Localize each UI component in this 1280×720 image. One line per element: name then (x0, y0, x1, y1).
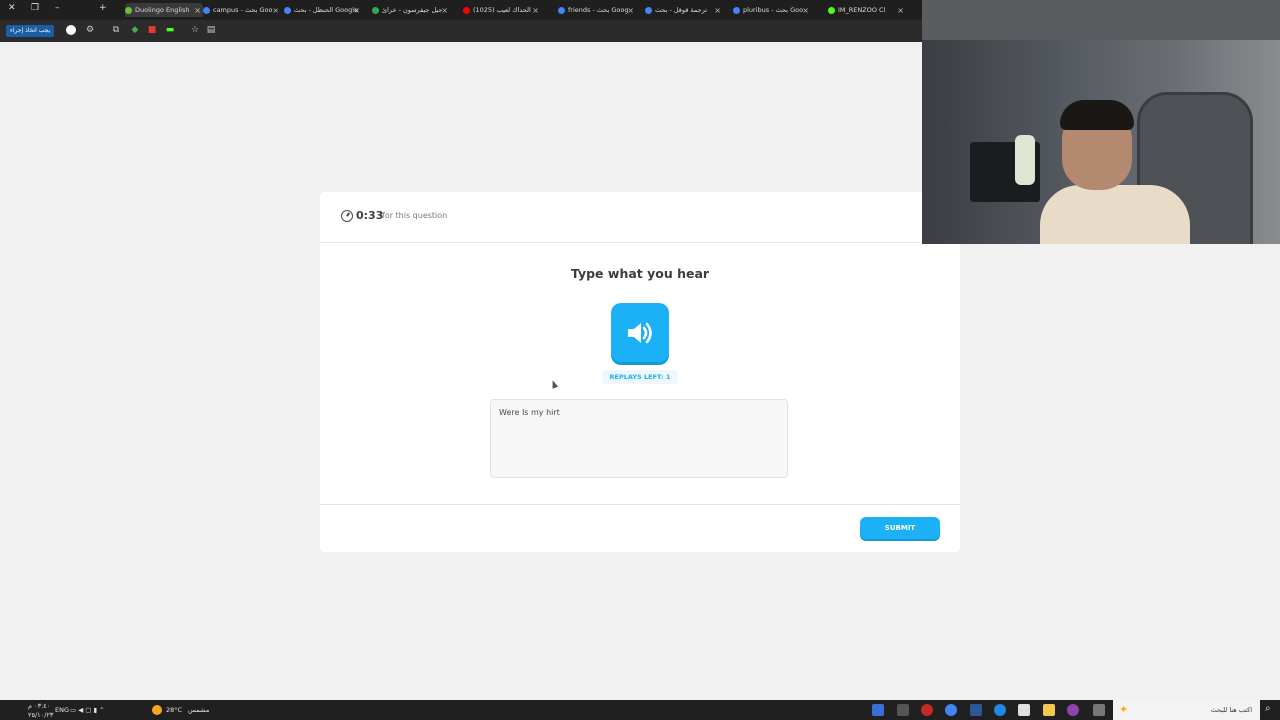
extension-shield-icon[interactable]: ◆ (130, 25, 140, 35)
browser-tab[interactable]: ترجمة قوقل - بحث × (645, 3, 723, 17)
replays-left-badge: REPLAYS LEFT: 1 (602, 370, 678, 384)
app-icon-5[interactable] (970, 704, 982, 716)
search-placeholder: اكتب هنا للبحث (1210, 706, 1252, 714)
play-audio-button[interactable] (611, 303, 669, 362)
browser-tab[interactable]: campus - بحث Goo × (203, 3, 281, 17)
extension-red-icon[interactable]: ■ (147, 25, 157, 35)
close-tab-icon[interactable]: × (272, 6, 279, 15)
tab-favicon-icon (284, 6, 291, 14)
language-indicator[interactable]: ENG (55, 706, 69, 714)
tab-favicon-icon (733, 6, 740, 14)
app-icon-3[interactable] (921, 704, 933, 716)
action-required-button[interactable]: يجب اتخاذ إجراء (6, 25, 55, 37)
webcam-person-body (1040, 185, 1190, 244)
close-tab-icon[interactable]: × (441, 6, 448, 15)
extension-green-icon[interactable]: ▬ (165, 25, 175, 35)
close-tab-icon[interactable]: × (802, 6, 809, 15)
browser-tab[interactable]: Duolingo English × (125, 3, 203, 17)
tab-favicon-icon (463, 6, 470, 14)
taskbar: ٠٣:٤٠ م ٢٥/١٠/٢٣ ENG ▭ ◀ ▢ ▮ ⌃ 28°C مشمس… (0, 700, 1280, 720)
browser-tab[interactable]: pluribus - بحث Goo × (733, 3, 811, 17)
store-icon[interactable] (1018, 704, 1030, 716)
browser-tab[interactable]: جيل جيفرسون - خرائ × (372, 3, 450, 17)
browser-tab[interactable]: IM_RENZOO Cl × (828, 3, 906, 17)
answer-text: Were Is my hirt (499, 408, 560, 417)
tab-label: pluribus - بحث Goo (743, 6, 804, 14)
timer-icon (341, 210, 353, 222)
tab-label: (1025) الحداك لعيب (473, 6, 531, 14)
weather-temp[interactable]: 28°C (166, 706, 182, 714)
bookmark-star-icon[interactable]: ☆ (190, 25, 200, 35)
tab-favicon-icon (828, 6, 835, 14)
taskbar-search-box[interactable]: ✦ اكتب هنا للبحث (1113, 700, 1260, 720)
chrome-icon[interactable] (945, 704, 957, 716)
restore-window-icon[interactable]: ❐ (31, 3, 39, 13)
close-tab-icon[interactable]: × (353, 6, 360, 15)
tab-label: الحنظل - بحث Google (294, 6, 359, 14)
speaker-icon (628, 322, 652, 344)
tab-label: Duolingo English (135, 6, 190, 14)
close-tab-icon[interactable]: × (897, 6, 904, 15)
tab-favicon-icon (558, 6, 565, 14)
taskbar-date: ٢٥/١٠/٢٣ (28, 711, 54, 719)
submit-button[interactable]: SUBMIT (860, 517, 940, 539)
timer-value: 0:33 (356, 209, 384, 222)
app-icon-9[interactable] (1067, 704, 1079, 716)
edge-icon[interactable] (994, 704, 1006, 716)
tab-label: جيل جيفرسون - خرائ (382, 6, 443, 14)
timer-header: 0:33 for this question (320, 192, 960, 243)
webcam-microphone (1015, 135, 1035, 185)
tab-favicon-icon (372, 6, 379, 14)
webcam-person-hair (1060, 100, 1134, 130)
close-tab-icon[interactable]: × (194, 6, 201, 15)
close-tab-icon[interactable]: × (627, 6, 634, 15)
profile-icon[interactable] (66, 25, 76, 35)
timer-caption: for this question (382, 211, 448, 220)
minimize-window-icon[interactable]: – (55, 3, 60, 13)
app-icon-2[interactable] (897, 704, 909, 716)
tab-favicon-icon (125, 6, 132, 14)
card-footer: SUBMIT (320, 504, 960, 553)
reading-list-icon[interactable]: ▤ (206, 25, 216, 35)
tray-icons[interactable]: ▭ ◀ ▢ ▮ ⌃ (70, 706, 105, 714)
webcam-overlay (922, 0, 1280, 244)
browser-tab[interactable]: (1025) الحداك لعيب × (463, 3, 541, 17)
tab-favicon-icon (203, 6, 210, 14)
extension-icon[interactable]: ⚙ (85, 25, 95, 35)
sparkle-icon: ✦ (1119, 703, 1129, 716)
question-card: 0:33 for this question Type what you hea… (320, 192, 960, 552)
question-title: Type what you hear (570, 266, 710, 281)
screenshot-icon[interactable]: ⧉ (111, 25, 121, 35)
close-tab-icon[interactable]: × (714, 6, 721, 15)
weather-icon[interactable] (152, 705, 162, 715)
tab-favicon-icon (645, 6, 652, 14)
answer-textarea[interactable]: Were Is my hirt (490, 399, 788, 478)
tab-label: IM_RENZOO Cl (838, 6, 886, 14)
browser-tab[interactable]: الحنظل - بحث Google × (284, 3, 362, 17)
browser-tab[interactable]: friends - بحث Goog × (558, 3, 636, 17)
tab-label: ترجمة قوقل - بحث (655, 6, 708, 14)
file-explorer-icon[interactable] (1043, 704, 1055, 716)
app-icon-1[interactable] (872, 704, 884, 716)
tab-label: friends - بحث Goog (568, 6, 629, 14)
task-view-icon[interactable] (1093, 704, 1105, 716)
close-window-icon[interactable]: ✕ (8, 3, 16, 13)
tab-label: campus - بحث Goo (213, 6, 273, 14)
weather-text[interactable]: مشمس (188, 706, 209, 714)
taskbar-time: ٠٣:٤٠ م (28, 702, 51, 710)
new-tab-icon[interactable]: + (99, 3, 107, 13)
search-icon[interactable]: ⌕ (1265, 703, 1271, 714)
close-tab-icon[interactable]: × (532, 6, 539, 15)
webcam-ceiling (922, 0, 1280, 40)
